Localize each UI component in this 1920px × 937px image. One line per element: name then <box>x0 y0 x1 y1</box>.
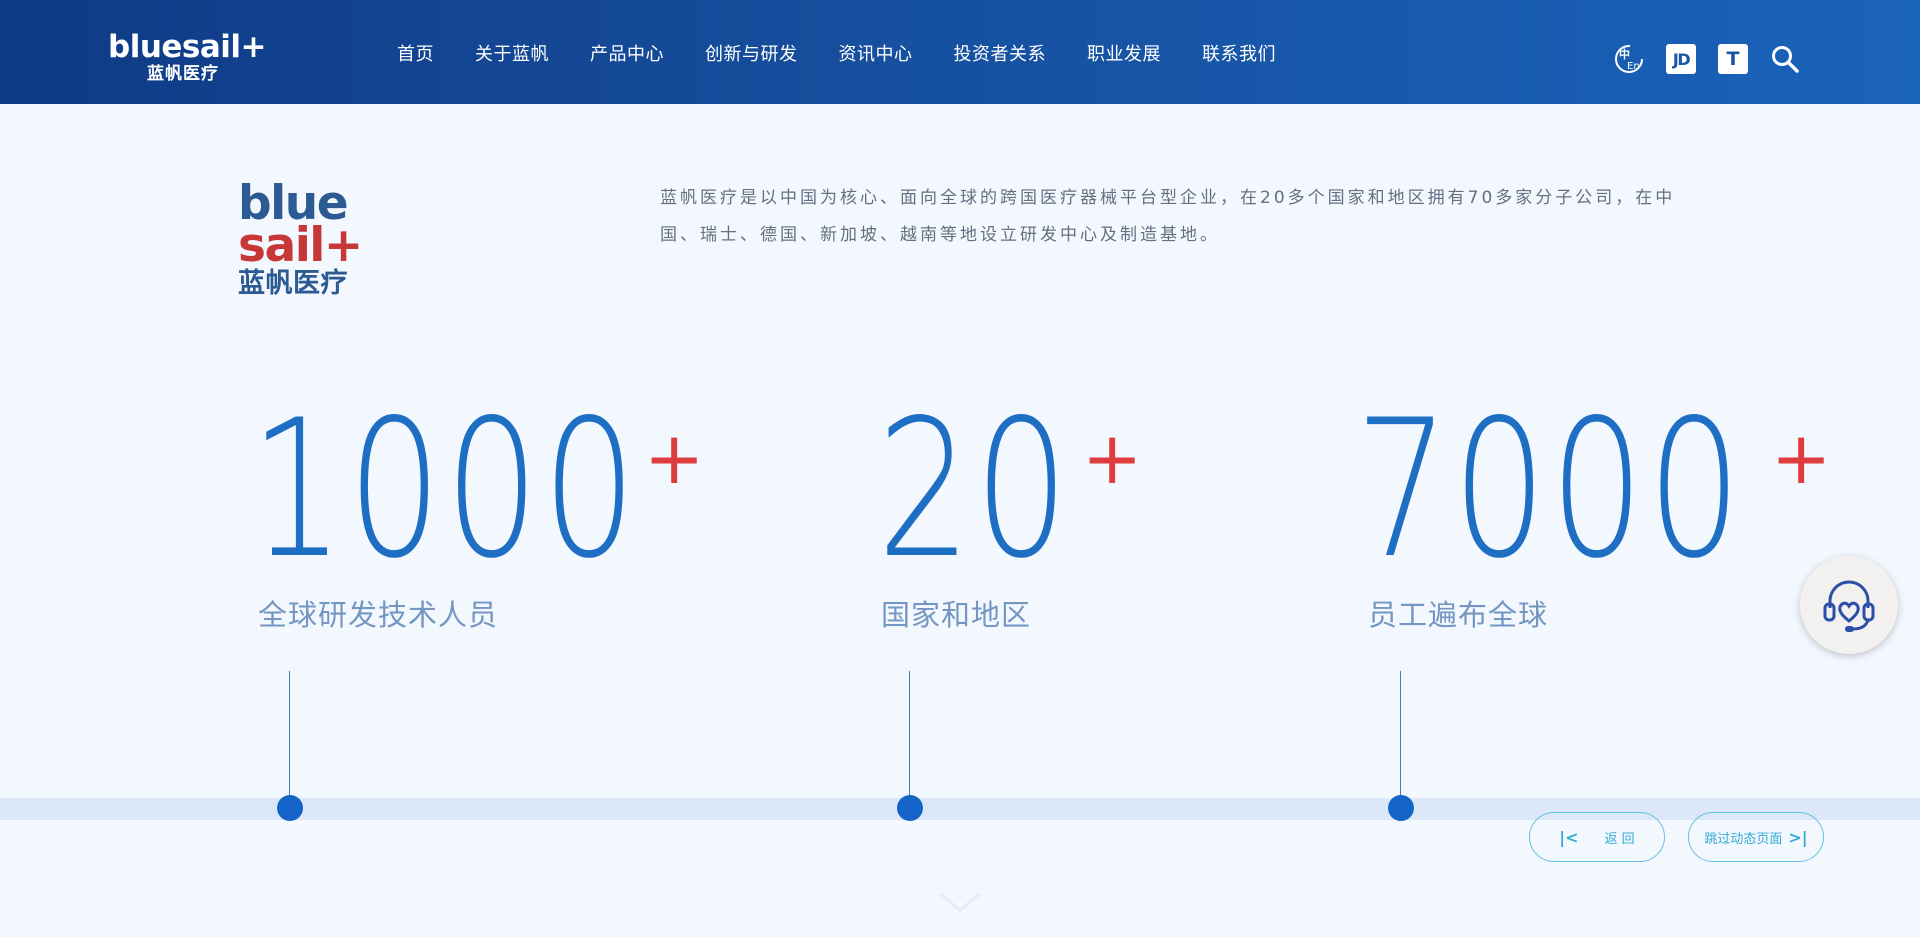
customer-service-icon <box>1823 580 1875 632</box>
header-logo[interactable]: bluesail+ 蓝帆医疗 <box>108 29 267 84</box>
timeline-connector <box>909 671 910 807</box>
scroll-down-icon <box>939 892 981 912</box>
jd-store-button[interactable]: JD <box>1664 42 1698 76</box>
search-icon <box>1772 46 1799 73</box>
company-logo: blue sail+ 蓝帆医疗 <box>238 180 363 301</box>
main-nav: 首页 关于蓝帆 产品中心 创新与研发 资讯中心 投资者关系 职业发展 联系我们 <box>397 42 1317 68</box>
nav-item-news[interactable]: 资讯中心 <box>839 42 913 68</box>
timeline-connector <box>289 671 290 807</box>
stat-plus: + <box>644 416 705 500</box>
svg-text:中: 中 <box>1619 47 1630 61</box>
nav-item-innovation[interactable]: 创新与研发 <box>705 42 798 68</box>
company-logo-cn: 蓝帆医疗 <box>238 268 348 299</box>
header-tools: 中 En JD T <box>1612 42 1802 76</box>
nav-item-products[interactable]: 产品中心 <box>590 42 664 68</box>
stat-label: 国家和地区 <box>881 598 1032 632</box>
stat-number: 20 <box>877 379 1072 600</box>
timeline-dot <box>277 795 303 821</box>
stat-number: 1000 <box>250 379 640 600</box>
timeline-dot <box>1388 795 1414 821</box>
skip-label: 跳过动态页面 <box>1704 831 1783 847</box>
stat-label: 全球研发技术人员 <box>258 598 499 632</box>
tmall-icon: T <box>1718 44 1748 74</box>
header-logo-cn: 蓝帆医疗 <box>147 64 219 84</box>
nav-item-careers[interactable]: 职业发展 <box>1087 42 1161 68</box>
back-label: 返 回 <box>1604 831 1635 847</box>
tmall-store-button[interactable]: T <box>1716 42 1750 76</box>
nav-item-investors[interactable]: 投资者关系 <box>954 42 1047 68</box>
nav-item-about[interactable]: 关于蓝帆 <box>475 42 549 68</box>
search-button[interactable] <box>1768 42 1802 76</box>
skip-animation-button[interactable]: 跳过动态页面 >| <box>1688 812 1824 862</box>
skip-back-icon: |< <box>1559 827 1579 847</box>
skip-forward-icon: >| <box>1788 827 1808 847</box>
language-cn-en-icon: 中 En <box>1615 45 1643 73</box>
company-logo-sail: sail+ <box>238 218 363 273</box>
customer-service-button[interactable] <box>1800 556 1898 654</box>
back-button[interactable]: |< 返 回 <box>1529 812 1665 862</box>
svg-text:En: En <box>1627 61 1640 72</box>
language-switch-button[interactable]: 中 En <box>1612 42 1646 76</box>
jd-icon: JD <box>1666 44 1696 74</box>
stat-number: 7000 <box>1355 379 1745 600</box>
timeline-dot <box>897 795 923 821</box>
site-header: bluesail+ 蓝帆医疗 首页 关于蓝帆 产品中心 创新与研发 资讯中心 投… <box>0 0 1920 104</box>
company-intro-text: 蓝帆医疗是以中国为核心、面向全球的跨国医疗器械平台型企业，在20多个国家和地区拥… <box>660 188 1676 245</box>
header-logo-en: bluesail+ <box>108 29 267 65</box>
stat-plus: + <box>1082 416 1143 500</box>
nav-item-home[interactable]: 首页 <box>397 42 434 68</box>
nav-item-contact[interactable]: 联系我们 <box>1202 42 1276 68</box>
stat-plus: + <box>1771 416 1832 500</box>
timeline-connector <box>1400 671 1401 807</box>
stat-label: 员工遍布全球 <box>1368 598 1549 632</box>
